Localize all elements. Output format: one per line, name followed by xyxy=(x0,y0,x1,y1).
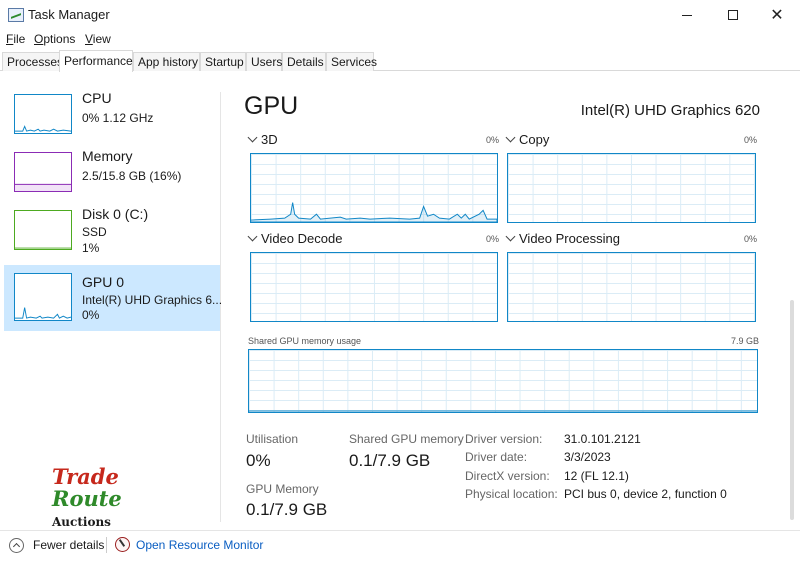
chevron-up-circle-icon[interactable] xyxy=(9,538,24,553)
scrollbar-thumb[interactable] xyxy=(790,300,794,520)
resource-disk[interactable]: Disk 0 (C:) SSD 1% xyxy=(4,196,220,260)
resource-disk-usage: 1% xyxy=(82,241,100,255)
driver-date-label: Driver date: xyxy=(465,450,528,464)
resource-memory-usage: 2.5/15.8 GB (16%) xyxy=(82,169,182,183)
gpu-memory-label: GPU Memory xyxy=(246,482,319,496)
resource-gpu-title: GPU 0 xyxy=(82,274,125,290)
graph-video-processing xyxy=(507,252,756,322)
title-bar: Task Manager ✕ xyxy=(0,0,800,30)
driver-date-value: 3/3/2023 xyxy=(564,450,611,464)
close-button[interactable]: ✕ xyxy=(754,0,800,30)
trade-route-auctions-logo: Trade Route Auctions xyxy=(50,464,140,534)
maximize-icon xyxy=(728,10,738,20)
graph-3d-line xyxy=(251,202,497,222)
driver-version-value: 31.0.101.2121 xyxy=(564,432,641,446)
minimize-button[interactable] xyxy=(664,0,710,30)
menu-file[interactable]: File xyxy=(6,32,25,46)
tab-performance[interactable]: Performance xyxy=(59,50,133,72)
resource-memory[interactable]: Memory 2.5/15.8 GB (16%) xyxy=(4,138,220,202)
tab-users[interactable]: Users xyxy=(246,52,282,71)
resource-cpu-usage: 0% 1.12 GHz xyxy=(82,111,154,125)
graph-copy-selector[interactable]: Copy xyxy=(505,132,550,147)
disk-mini-graph xyxy=(14,210,72,250)
resource-cpu[interactable]: CPU 0% 1.12 GHz xyxy=(4,80,220,144)
graph-video-decode xyxy=(250,252,498,322)
graph-video-processing-label: Video Processing xyxy=(519,231,620,246)
footer-separator xyxy=(106,537,107,553)
directx-version-value: 12 (FL 12.1) xyxy=(564,469,629,483)
utilisation-value: 0% xyxy=(246,451,271,470)
shared-memory-graph-max: 7.9 GB xyxy=(731,336,760,346)
logo-line-2: Route xyxy=(52,486,122,511)
tab-details[interactable]: Details xyxy=(282,52,326,71)
graph-3d xyxy=(250,153,498,223)
physical-location-label: Physical location: xyxy=(465,487,558,501)
cpu-mini-graph xyxy=(14,94,72,134)
page-title: GPU xyxy=(244,92,299,120)
tab-processes[interactable]: Processes xyxy=(2,52,63,71)
menu-options[interactable]: Options xyxy=(34,32,75,46)
graph-video-processing-selector[interactable]: Video Processing xyxy=(505,231,620,246)
chevron-down-icon xyxy=(505,231,516,242)
gpu-memory-value: 0.1/7.9 GB xyxy=(246,500,328,519)
physical-location-value: PCI bus 0, device 2, function 0 xyxy=(564,487,727,501)
graph-3d-label: 3D xyxy=(261,132,278,147)
resource-gpu-name: Intel(R) UHD Graphics 6... xyxy=(82,293,223,307)
shared-memory-label: Shared GPU memory xyxy=(349,432,464,446)
tab-app-history[interactable]: App history xyxy=(133,52,200,71)
fewer-details-button[interactable]: Fewer details xyxy=(33,538,104,552)
maximize-button[interactable] xyxy=(710,0,756,30)
graph-copy-label: Copy xyxy=(519,132,550,147)
utilisation-label: Utilisation xyxy=(246,432,299,446)
window-title: Task Manager xyxy=(28,7,110,22)
driver-version-label: Driver version: xyxy=(465,432,543,446)
tab-bar: Processes Performance App history Startu… xyxy=(0,50,800,72)
directx-version-label: DirectX version: xyxy=(465,469,550,483)
menu-view[interactable]: View xyxy=(85,32,111,46)
graph-copy-percent: 0% xyxy=(744,135,758,145)
footer-bar: Fewer details Open Resource Monitor xyxy=(0,530,800,560)
graph-3d-percent: 0% xyxy=(486,135,500,145)
resource-gpu-usage: 0% xyxy=(82,308,100,322)
resource-monitor-icon[interactable] xyxy=(115,537,130,552)
graph-video-decode-percent: 0% xyxy=(486,234,500,244)
graph-copy xyxy=(507,153,756,223)
graph-video-decode-label: Video Decode xyxy=(261,231,343,246)
shared-memory-value: 0.1/7.9 GB xyxy=(349,451,431,470)
resource-disk-type: SSD xyxy=(82,225,107,239)
graph-video-decode-selector[interactable]: Video Decode xyxy=(247,231,343,246)
logo-line-3: Auctions xyxy=(52,515,111,529)
shared-memory-graph-label: Shared GPU memory usage xyxy=(248,336,362,346)
chevron-down-icon xyxy=(505,132,516,143)
pane-divider xyxy=(220,92,221,522)
shared-memory-line xyxy=(249,410,757,412)
graph-3d-selector[interactable]: 3D xyxy=(247,132,278,147)
tab-startup[interactable]: Startup xyxy=(200,52,246,71)
graph-video-processing-percent: 0% xyxy=(744,234,758,244)
memory-mini-graph xyxy=(14,152,72,192)
gpu-mini-graph xyxy=(14,273,72,321)
resource-gpu[interactable]: GPU 0 Intel(R) UHD Graphics 6... 0% xyxy=(4,265,223,331)
gpu-model-name: Intel(R) UHD Graphics 620 xyxy=(580,102,760,119)
resource-disk-title: Disk 0 (C:) xyxy=(82,206,149,222)
resource-memory-title: Memory xyxy=(82,148,133,164)
chevron-down-icon xyxy=(247,231,258,242)
tab-services[interactable]: Services xyxy=(326,52,377,71)
chevron-down-icon xyxy=(247,132,258,143)
resource-cpu-title: CPU xyxy=(82,90,112,106)
open-resource-monitor-link[interactable]: Open Resource Monitor xyxy=(136,538,263,552)
minimize-icon xyxy=(682,14,692,16)
graph-shared-memory xyxy=(248,349,758,413)
task-manager-icon xyxy=(8,8,24,22)
